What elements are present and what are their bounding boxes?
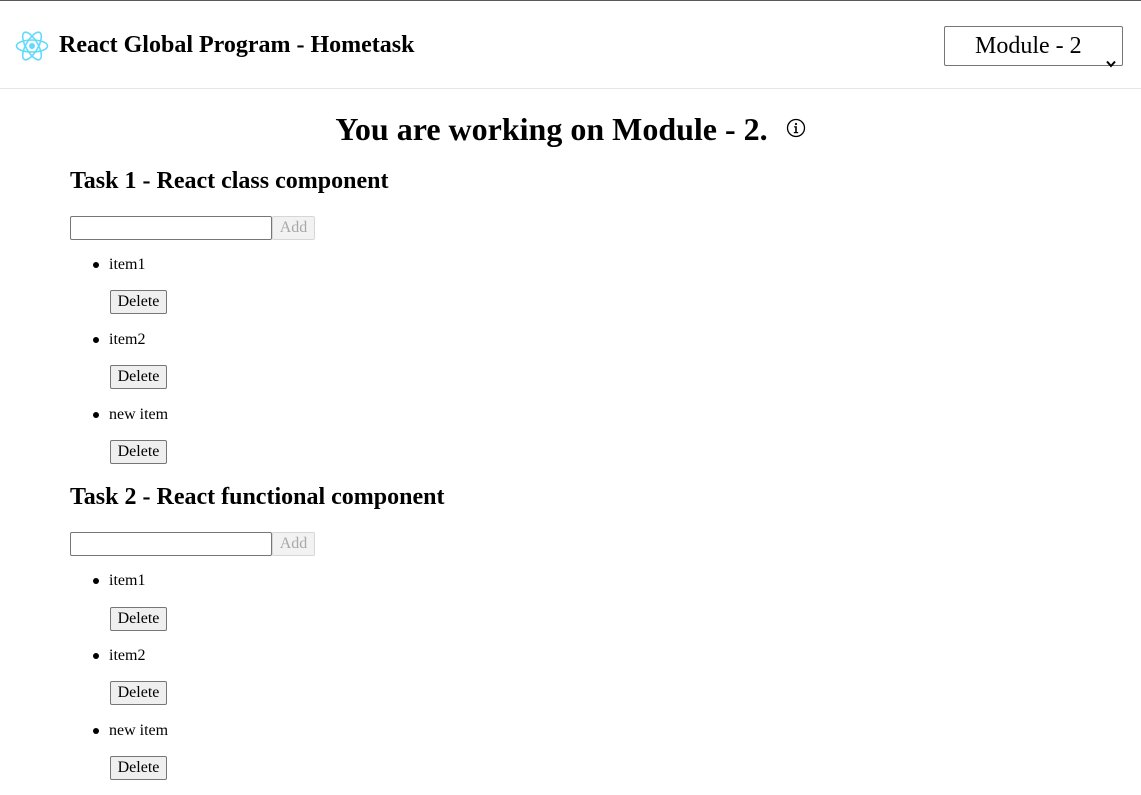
task-1-item-3-delete-button[interactable]: Delete	[110, 440, 167, 464]
task-1-item-1-delete-button[interactable]: Delete	[110, 290, 167, 314]
task-1-item-3-text: new item	[109, 406, 169, 423]
header: React Global Program - Hometask Module -…	[0, 1, 1141, 89]
task-2-item-1-delete-button[interactable]: Delete	[110, 607, 167, 631]
list-bullet	[93, 262, 99, 268]
task-2-item-2-text: item2	[109, 647, 146, 664]
list-bullet	[93, 653, 99, 659]
list-bullet	[93, 412, 99, 418]
page: React Global Program - Hometask Module -…	[0, 0, 1141, 795]
react-atom-icon	[15, 29, 49, 63]
task-1-item-1-text: item1	[109, 256, 146, 273]
task-2-item-3-text: new item	[109, 722, 169, 739]
list-bullet	[93, 337, 99, 343]
task-2-item-3-delete-button[interactable]: Delete	[110, 756, 167, 780]
list-bullet	[93, 728, 99, 734]
task-2-item-1-text: item1	[109, 572, 146, 589]
task-2-add-button[interactable]: Add	[272, 532, 315, 556]
working-banner: You are working on Module - 2.	[0, 110, 1141, 148]
module-select-value: Module - 2	[975, 33, 1082, 59]
task-1-heading: Task 1 - React class component	[70, 168, 389, 194]
app-title: React Global Program - Hometask	[59, 32, 415, 58]
task-2-item-2-delete-button[interactable]: Delete	[110, 681, 167, 705]
task-2-input[interactable]	[70, 532, 272, 556]
module-select[interactable]: Module - 2	[944, 26, 1123, 68]
page-title: You are working on Module - 2.	[335, 111, 768, 147]
task-1-add-button[interactable]: Add	[272, 216, 315, 240]
chevron-down-icon	[1106, 42, 1116, 68]
task-1-item-2-delete-button[interactable]: Delete	[110, 365, 167, 389]
list-bullet	[93, 578, 99, 584]
task-2-heading: Task 2 - React functional component	[70, 484, 445, 510]
info-circle-icon[interactable]	[786, 118, 806, 138]
task-1-input[interactable]	[70, 216, 272, 240]
task-1-item-2-text: item2	[109, 331, 146, 348]
